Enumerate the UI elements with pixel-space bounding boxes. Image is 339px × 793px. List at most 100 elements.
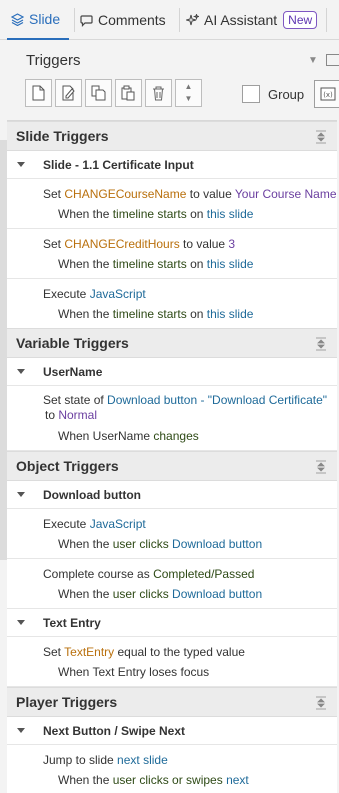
trigger-row[interactable]: Execute JavaScript When the user clicks … bbox=[7, 509, 337, 559]
tab-ai-assistant[interactable]: AI Assistant New bbox=[184, 0, 324, 40]
panel-dock-icon[interactable] bbox=[326, 54, 339, 66]
trigger-group-download-button[interactable]: Download button bbox=[7, 481, 337, 509]
trigger-condition: When the user clicks or swipes next bbox=[58, 773, 249, 787]
trigger-row[interactable]: Set CHANGECreditHours to value 3 When th… bbox=[7, 229, 337, 279]
text: Set state of bbox=[43, 393, 108, 407]
trigger-toolbar: ▲ ▼ bbox=[25, 79, 205, 107]
trigger-action: Set TextEntry equal to the typed value bbox=[43, 645, 245, 659]
state-link[interactable]: Normal bbox=[58, 408, 97, 422]
section-title: Object Triggers bbox=[16, 458, 119, 474]
sparkle-icon bbox=[186, 13, 199, 25]
action-link[interactable]: JavaScript bbox=[90, 287, 146, 301]
trigger-row[interactable]: Set CHANGECourseName to value Your Cours… bbox=[7, 179, 337, 229]
event-link[interactable]: user clicks bbox=[113, 537, 169, 551]
text: When the bbox=[58, 587, 113, 601]
tab-slide[interactable]: Slide bbox=[7, 0, 69, 40]
trigger-condition: When Text Entry loses focus bbox=[58, 665, 210, 679]
variable-link[interactable]: CHANGECourseName bbox=[64, 187, 186, 201]
trigger-condition: When the user clicks Download button bbox=[58, 537, 262, 551]
value-link[interactable]: Your Course Name bbox=[235, 187, 337, 201]
text: to value bbox=[186, 187, 235, 201]
trigger-condition: When the timeline starts on this slide bbox=[58, 257, 253, 271]
target-link[interactable]: this slide bbox=[207, 257, 254, 271]
variables-icon: (x) bbox=[320, 87, 336, 101]
event-link[interactable]: timeline starts bbox=[113, 207, 187, 221]
move-trigger-button[interactable]: ▲ ▼ bbox=[175, 79, 202, 107]
target-link[interactable]: Download button bbox=[169, 587, 262, 601]
slide-triggers-header[interactable]: Slide Triggers bbox=[7, 121, 337, 151]
caret-down-icon[interactable] bbox=[17, 620, 25, 625]
text: equal to the typed value bbox=[114, 645, 245, 659]
paste-button[interactable] bbox=[115, 79, 142, 107]
collapse-all-icon[interactable] bbox=[315, 130, 327, 144]
caret-down-icon[interactable] bbox=[17, 728, 25, 733]
trigger-row[interactable]: Complete course as Completed/Passed When… bbox=[7, 559, 337, 609]
object-triggers-header[interactable]: Object Triggers bbox=[7, 451, 337, 481]
text: When the bbox=[58, 307, 113, 321]
variable-triggers-header[interactable]: Variable Triggers bbox=[7, 328, 337, 358]
caret-down-icon[interactable] bbox=[17, 492, 25, 497]
paste-icon bbox=[121, 85, 135, 101]
event-link[interactable]: timeline starts bbox=[113, 257, 187, 271]
trigger-row[interactable]: Set state of Download button - "Download… bbox=[7, 386, 337, 451]
trigger-group-username[interactable]: UserName bbox=[7, 358, 337, 386]
target-link[interactable]: Download button bbox=[169, 537, 262, 551]
caret-down-icon[interactable] bbox=[17, 162, 25, 167]
text: to value bbox=[179, 237, 229, 251]
text: Set bbox=[43, 237, 65, 251]
status-link[interactable]: Completed/Passed bbox=[153, 567, 254, 581]
panel-tab-bar: Slide Comments AI Assistant New bbox=[0, 0, 339, 40]
edit-trigger-icon bbox=[62, 85, 75, 101]
tab-comments-label: Comments bbox=[98, 12, 166, 28]
variables-button[interactable]: (x) bbox=[314, 80, 339, 108]
delete-button[interactable] bbox=[145, 79, 172, 107]
group-label: Group bbox=[268, 87, 305, 102]
collapse-all-icon[interactable] bbox=[315, 696, 327, 710]
edit-trigger-button[interactable] bbox=[55, 79, 82, 107]
collapse-all-icon[interactable] bbox=[315, 460, 327, 474]
scrollbar-track[interactable] bbox=[0, 140, 7, 560]
new-trigger-button[interactable] bbox=[25, 79, 52, 107]
move-up-icon[interactable]: ▲ bbox=[185, 81, 193, 93]
trigger-action: Complete course as Completed/Passed bbox=[43, 567, 254, 581]
tab-divider bbox=[74, 8, 75, 32]
target-link[interactable]: this slide bbox=[207, 307, 254, 321]
trigger-condition: When the timeline starts on this slide bbox=[58, 207, 253, 221]
text: When the bbox=[58, 207, 113, 221]
panel-menu-icon[interactable]: ▼ bbox=[308, 55, 318, 66]
tab-comments[interactable]: Comments bbox=[78, 0, 176, 40]
caret-down-icon[interactable] bbox=[17, 369, 25, 374]
copy-button[interactable] bbox=[85, 79, 112, 107]
trigger-row[interactable]: Set TextEntry equal to the typed value W… bbox=[7, 637, 337, 687]
target-link[interactable]: next slide bbox=[117, 753, 168, 767]
event-link[interactable]: timeline starts bbox=[113, 307, 187, 321]
panel-title: Triggers bbox=[26, 52, 81, 69]
text: Set bbox=[43, 645, 65, 659]
action-link[interactable]: JavaScript bbox=[90, 517, 146, 531]
player-triggers-header[interactable]: Player Triggers bbox=[7, 687, 337, 717]
trigger-row[interactable]: Jump to slide next slide When the user c… bbox=[7, 745, 337, 793]
variable-link[interactable]: CHANGECreditHours bbox=[64, 237, 179, 251]
trigger-group-text-entry[interactable]: Text Entry bbox=[7, 609, 337, 637]
trigger-condition: When UserName changes bbox=[58, 429, 199, 443]
trigger-row[interactable]: Execute JavaScript When the timeline sta… bbox=[7, 279, 337, 329]
trigger-group-slide[interactable]: Slide - 1.1 Certificate Input bbox=[7, 151, 337, 179]
variable-link[interactable]: TextEntry bbox=[64, 645, 114, 659]
event-link[interactable]: user clicks bbox=[113, 587, 169, 601]
group-title: Slide - 1.1 Certificate Input bbox=[43, 157, 194, 172]
text: to bbox=[45, 408, 59, 422]
trigger-action: Set CHANGECourseName to value Your Cours… bbox=[43, 187, 337, 201]
target-link[interactable]: this slide bbox=[207, 207, 254, 221]
section-title: Player Triggers bbox=[16, 694, 118, 710]
trigger-group-next-button[interactable]: Next Button / Swipe Next bbox=[7, 717, 337, 745]
group-checkbox[interactable] bbox=[242, 85, 260, 103]
copy-icon bbox=[91, 85, 106, 101]
target-link[interactable]: next bbox=[223, 773, 249, 787]
event-link[interactable]: changes bbox=[153, 429, 198, 443]
collapse-all-icon[interactable] bbox=[315, 337, 327, 351]
object-link[interactable]: Download button - "Download Certificate" bbox=[107, 393, 327, 407]
move-down-icon[interactable]: ▼ bbox=[185, 93, 193, 105]
text: Complete course as bbox=[43, 567, 154, 581]
value-link[interactable]: 3 bbox=[228, 237, 235, 251]
event-link[interactable]: user clicks or swipes bbox=[113, 773, 223, 787]
